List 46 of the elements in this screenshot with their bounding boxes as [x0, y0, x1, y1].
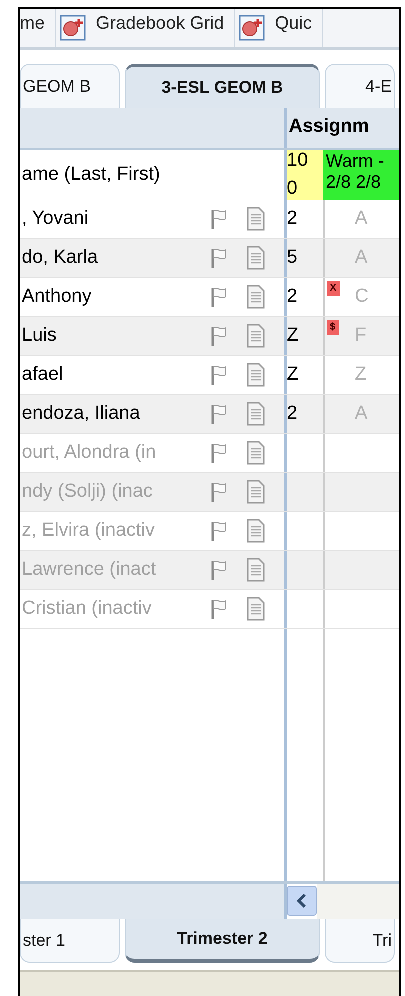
- column-group-header: Assignm: [288, 115, 370, 139]
- score-cell: 2: [287, 395, 325, 433]
- flag-icon[interactable]: [210, 208, 228, 230]
- flag-icon[interactable]: [210, 364, 228, 386]
- tab[interactable]: ster 1: [20, 919, 120, 963]
- assignment-header[interactable]: Warm - 2/8 2/8: [323, 150, 399, 200]
- scroll-left-button[interactable]: [287, 886, 317, 916]
- flag-icon[interactable]: [210, 403, 228, 425]
- marker-badge: $: [327, 320, 339, 335]
- grade-cell: A: [355, 208, 368, 230]
- flag-icon[interactable]: [210, 325, 228, 347]
- column-header[interactable]: ame (Last, First): [22, 164, 160, 186]
- flag-icon[interactable]: [210, 247, 228, 269]
- document-icon[interactable]: [246, 207, 266, 231]
- marker-badge: X: [327, 281, 340, 296]
- score-cell: Z: [287, 317, 325, 355]
- grade-cell: C: [355, 286, 369, 308]
- grade-icon: [239, 15, 266, 41]
- toolbar-button[interactable]: me: [20, 9, 56, 47]
- student-name[interactable]: afael: [20, 364, 204, 386]
- tab[interactable]: 3-ESL GEOM B: [125, 64, 320, 108]
- document-icon[interactable]: [246, 402, 266, 426]
- toolbar-button[interactable]: Quic: [235, 9, 324, 47]
- grade-cell: F: [355, 325, 367, 347]
- student-name[interactable]: Luis: [20, 325, 204, 347]
- student-name[interactable]: Anthony: [20, 286, 204, 308]
- student-name[interactable]: endoza, Iliana: [20, 403, 204, 425]
- grade-cell: Z: [355, 364, 367, 386]
- grade-icon: [60, 15, 86, 41]
- score-header: 10 0: [287, 150, 323, 200]
- grade-cell: A: [355, 247, 368, 269]
- tab[interactable]: Tri: [325, 919, 395, 963]
- document-icon[interactable]: [246, 285, 266, 309]
- document-icon[interactable]: [246, 324, 266, 348]
- toolbar-button[interactable]: Gradebook Grid: [56, 9, 236, 47]
- flag-icon[interactable]: [210, 286, 228, 308]
- tab[interactable]: 4-E: [325, 64, 395, 108]
- grade-cell: A: [355, 403, 368, 425]
- chevron-left-icon: [295, 893, 309, 909]
- student-name[interactable]: do, Karla: [20, 247, 204, 269]
- score-cell: 5: [287, 239, 325, 277]
- document-icon[interactable]: [246, 246, 266, 270]
- tab[interactable]: Trimester 2: [125, 919, 320, 963]
- document-icon[interactable]: [246, 363, 266, 387]
- student-name[interactable]: , Yovani: [20, 208, 204, 230]
- tab[interactable]: GEOM B: [20, 64, 120, 108]
